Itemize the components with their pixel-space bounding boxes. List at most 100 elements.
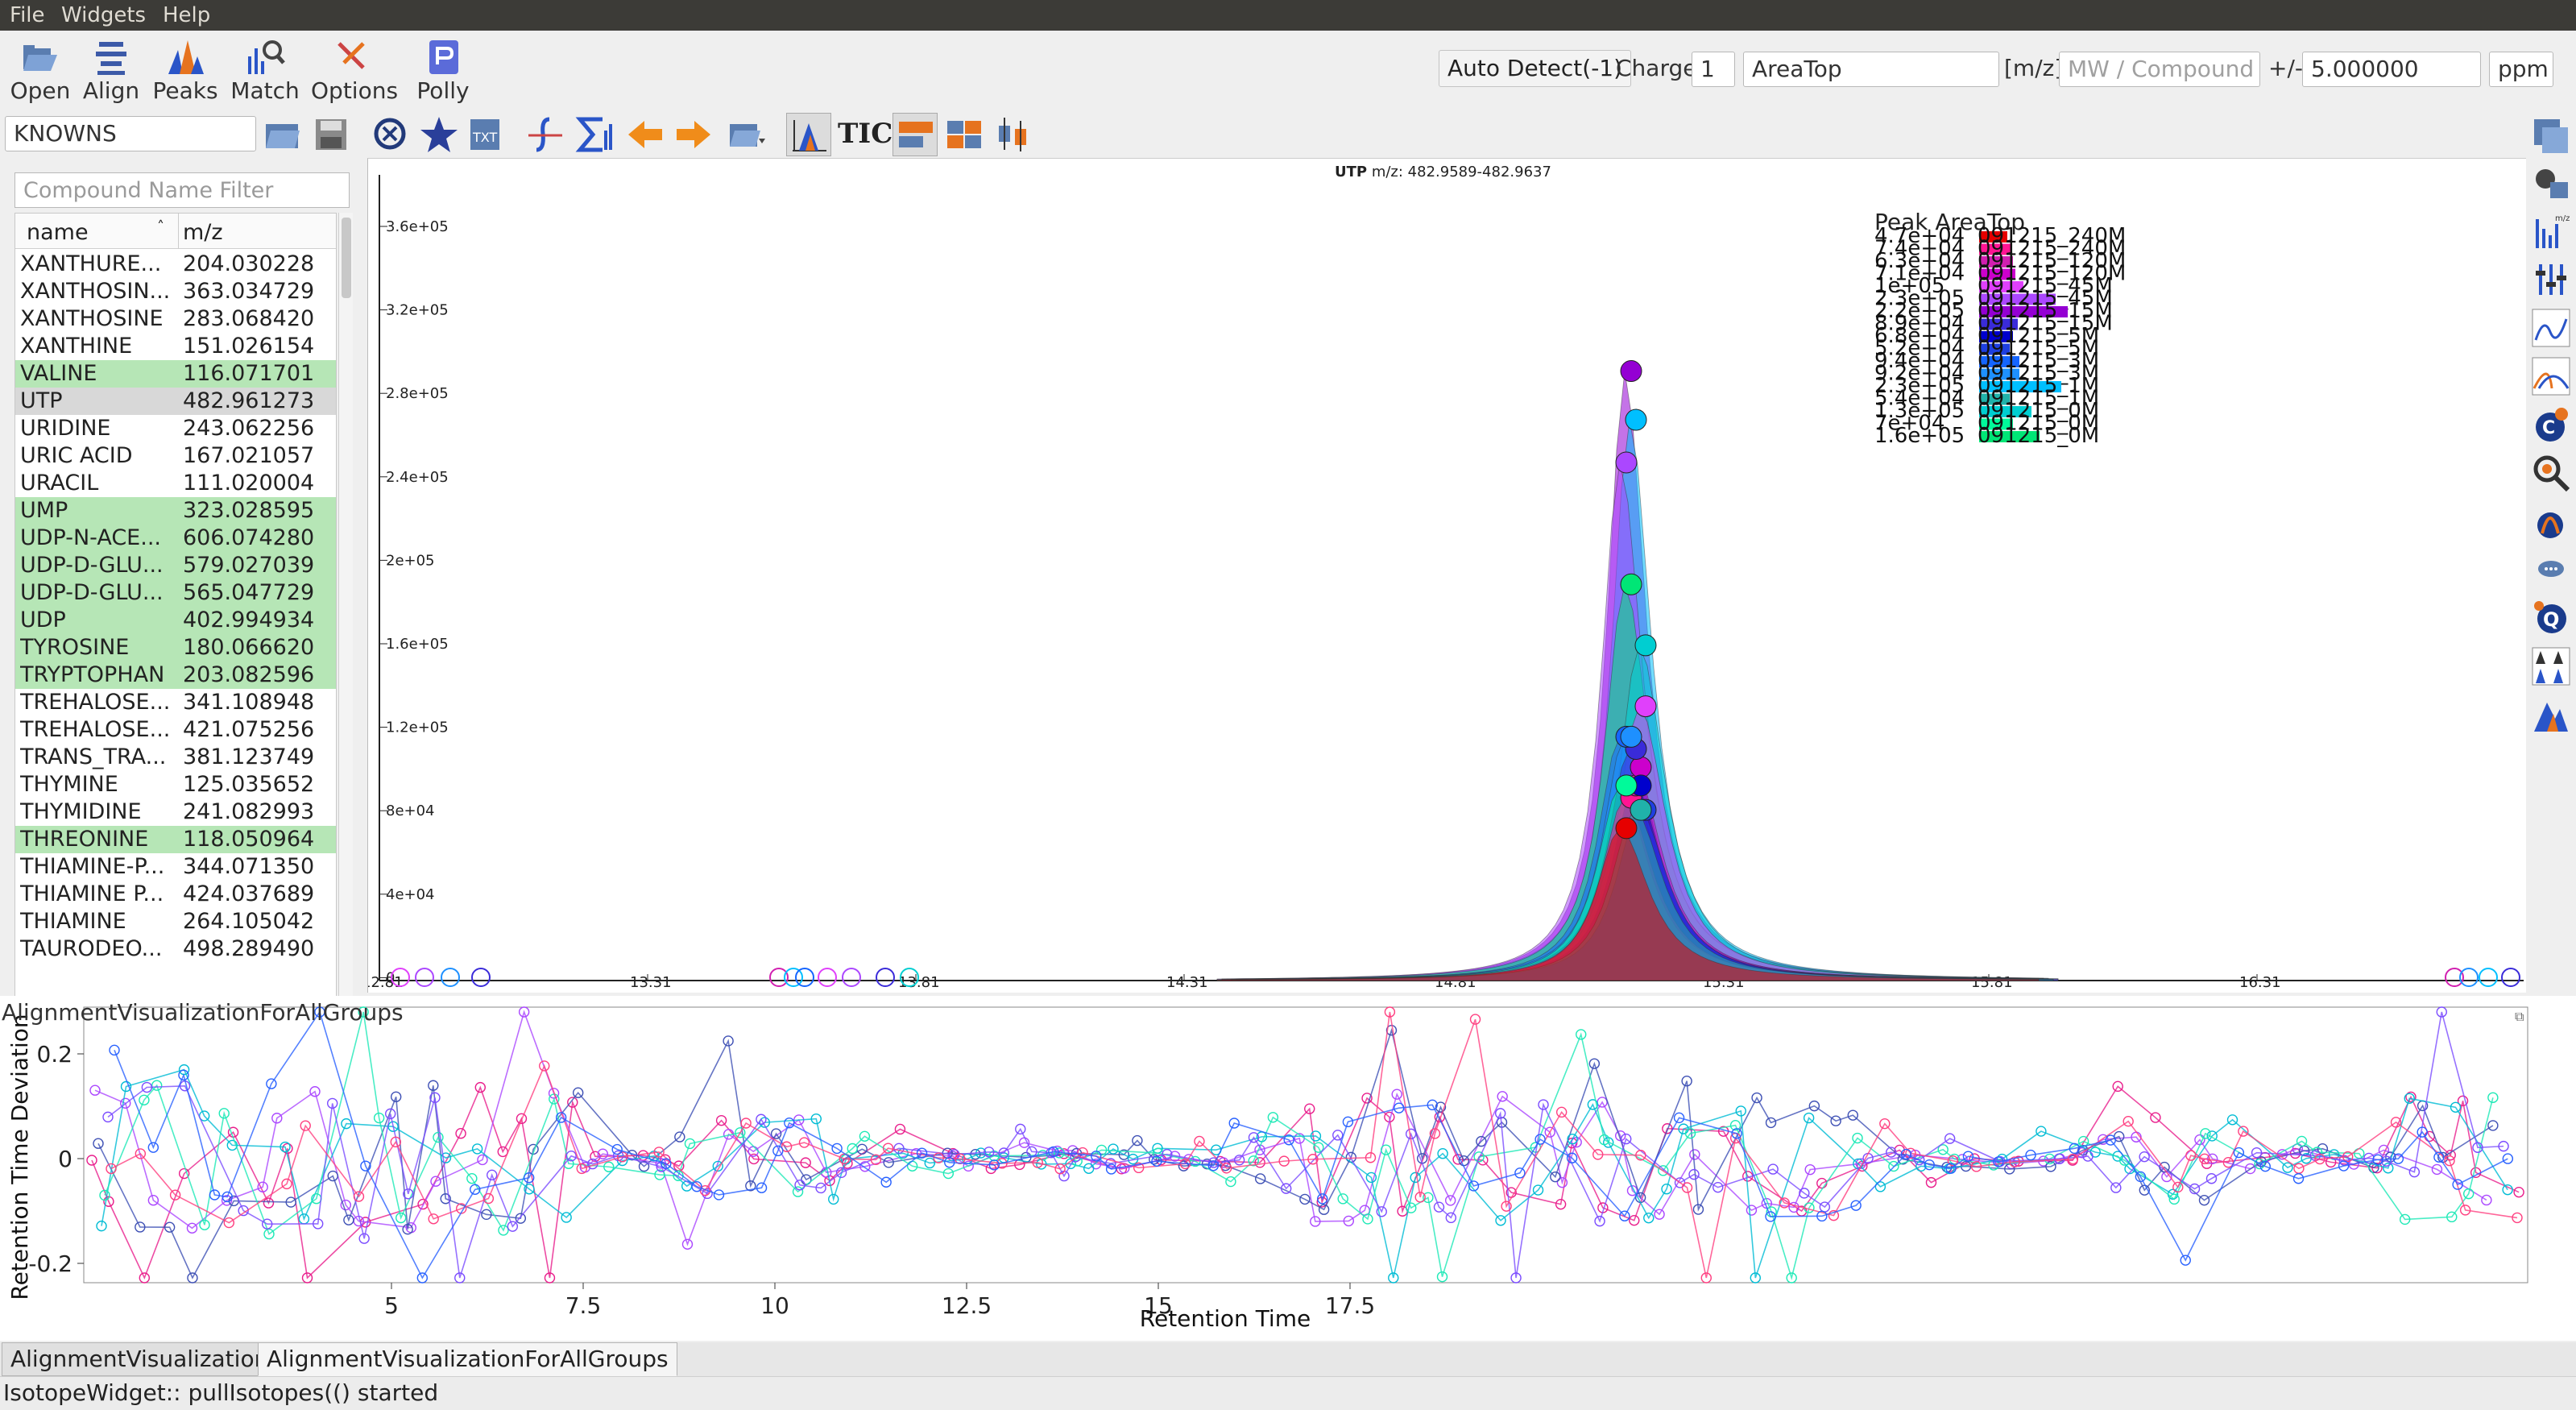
tab-alignment-visualization-all-groups[interactable]: AlignmentVisualizationForAllGroups [258, 1342, 677, 1376]
compound-row[interactable]: THYMIDINE 241.082993 [15, 798, 336, 826]
eic-toggle[interactable] [786, 113, 831, 156]
y-tick-label: 8e+04 [386, 802, 435, 819]
column-mz-header[interactable]: m/z [183, 220, 223, 245]
isotope-c13-icon[interactable]: C [2531, 404, 2571, 445]
compound-row[interactable]: XANTHOSINE 283.068420 [15, 305, 336, 333]
open-button[interactable]: Open [0, 34, 81, 106]
compound-row[interactable]: URIC ACID 167.021057 [15, 442, 336, 470]
compound-row[interactable]: TREHALOSE... 341.108948 [15, 689, 336, 716]
eic-chart-panel[interactable]: 3.6e+05 3.2e+05 2.8e+05 2.4e+05 2e+05 1.6e+05… [362, 158, 2570, 993]
quant-type-select[interactable]: AreaTop [1743, 52, 1999, 87]
compound-row[interactable]: THREONINE 118.050964 [15, 826, 336, 853]
folder-icon[interactable] [263, 114, 303, 155]
bookmark-star-icon[interactable] [419, 114, 459, 155]
match-button[interactable]: Match [225, 34, 305, 106]
compound-mz: 111.020004 [183, 471, 315, 496]
compound-row[interactable]: THYMINE 125.035652 [15, 771, 336, 798]
compound-row[interactable]: URACIL 111.020004 [15, 470, 336, 497]
sliders-icon[interactable] [2531, 259, 2571, 300]
heatmap-icon[interactable] [944, 114, 984, 155]
arrow-left-icon[interactable] [625, 114, 665, 155]
compound-list-header: name ˄ m/z [15, 214, 336, 249]
integral-icon[interactable] [525, 114, 565, 155]
compound-row[interactable]: XANTHINE 151.026154 [15, 333, 336, 360]
bar-plot-toggle[interactable] [892, 113, 938, 156]
compound-row[interactable]: UTP 482.961273 [15, 388, 336, 415]
search-spectra-icon[interactable] [2531, 453, 2571, 493]
overlay-peaks-icon[interactable] [2531, 356, 2571, 396]
tolerance-input[interactable]: 5.000000 [2302, 52, 2481, 87]
peak-marker [1620, 360, 1642, 383]
library-select[interactable]: KNOWNS [5, 116, 256, 151]
column-name-header[interactable]: name [27, 220, 89, 245]
eic-peak-markers [391, 360, 2570, 987]
compound-input[interactable]: MW / Compound [2059, 52, 2260, 87]
compound-mz: 241.082993 [183, 799, 315, 824]
peak-shape-icon[interactable] [2531, 695, 2571, 735]
status-bar: IsotopeWidget:: pullIsotopes(() started [0, 1376, 2576, 1410]
auto-detect-button[interactable]: Auto Detect(-1) [1439, 50, 1632, 87]
header-divider [178, 214, 179, 249]
compound-filter-input[interactable]: Compound Name Filter [14, 172, 350, 208]
open-folder-dropdown-icon[interactable] [727, 114, 767, 155]
compound-list-scrollbar[interactable] [338, 213, 353, 1023]
compound-row[interactable]: UDP-D-GLU... 565.047729 [15, 579, 336, 607]
options-button[interactable]: Options [311, 34, 398, 106]
library-value: KNOWNS [14, 120, 117, 147]
compound-row[interactable]: TREHALOSE... 421.075256 [15, 716, 336, 744]
compound-row[interactable]: UDP-N-ACE... 606.074280 [15, 525, 336, 552]
compound-row[interactable]: THIAMINE 264.105042 [15, 908, 336, 935]
spectra-icon[interactable]: m/z [2531, 211, 2571, 251]
main-toolbar: Open Align Peaks Match Options Polly Aut… [0, 31, 2576, 110]
eic-chart[interactable]: 3.6e+05 3.2e+05 2.8e+05 2.4e+05 2e+05 1.6e+05… [362, 159, 2570, 993]
x-axis-label: Retention Time [1140, 1305, 1311, 1332]
compound-name: UDP [20, 608, 66, 632]
compound-row[interactable]: TAURODEO... 498.289490 [15, 935, 336, 963]
peaks-button[interactable]: Peaks [145, 34, 226, 106]
polly-button[interactable]: Polly [403, 34, 483, 106]
alignment-plot[interactable]: 0.40.20-0.2-0.457.51012.51517.5Retention… [0, 936, 2576, 1382]
compound-row[interactable]: THIAMINE P... 424.037689 [15, 881, 336, 908]
tab-alignment-visualization[interactable]: AlignmentVisualization [2, 1342, 278, 1376]
save-icon[interactable] [311, 114, 351, 155]
peak-marker [1620, 573, 1642, 595]
mass-spec-icon[interactable] [2531, 163, 2571, 203]
compound-row[interactable]: UDP 402.994934 [15, 607, 336, 634]
sum-icon[interactable] [574, 114, 614, 155]
compound-list[interactable]: name ˄ m/z XANTHURE... 204.030228 XANTHOSI… [14, 213, 337, 1023]
tic-button[interactable]: TIC [838, 118, 892, 150]
windows-icon[interactable] [2531, 116, 2571, 156]
export-text-icon[interactable]: TXT [467, 114, 507, 155]
compound-row[interactable]: XANTHOSIN... 363.034729 [15, 278, 336, 305]
boxplot-icon[interactable] [994, 114, 1034, 155]
eic-title-compound: UTP [1335, 164, 1368, 180]
zoom-fit-icon[interactable] [371, 114, 411, 155]
compound-row[interactable]: UMP 323.028595 [15, 497, 336, 525]
menu-help[interactable]: Help [163, 3, 210, 27]
compound-row[interactable]: TRANS_TRA... 381.123749 [15, 744, 336, 771]
adducts-icon[interactable] [2531, 501, 2571, 541]
align-button[interactable]: Align [71, 34, 151, 106]
menu-file[interactable]: File [10, 3, 45, 27]
compound-row[interactable]: TRYPTOPHAN 203.082596 [15, 661, 336, 689]
arrow-right-icon[interactable] [673, 114, 714, 155]
line-chart-icon[interactable] [2531, 308, 2571, 348]
quantitation-icon[interactable]: Q [2531, 598, 2571, 638]
compound-row[interactable]: URIDINE 243.062256 [15, 415, 336, 442]
panel-float-icon[interactable]: ⧉ [2515, 1009, 2524, 1025]
compound-row[interactable]: TYROSINE 180.066620 [15, 634, 336, 661]
menu-widgets[interactable]: Widgets [61, 3, 146, 27]
y-tick-label: 0.2 [36, 1041, 72, 1068]
y-tick-label: 4e+04 [386, 886, 435, 903]
peaks-icon [168, 40, 204, 74]
scrollbar-thumb[interactable] [342, 218, 351, 298]
compound-mz: 498.289490 [183, 936, 315, 961]
charge-spinbox[interactable]: 1 [1692, 52, 1735, 87]
multi-peaks-icon[interactable] [2531, 646, 2571, 686]
tolerance-unit-select[interactable]: ppm [2489, 52, 2553, 87]
compound-row[interactable]: UDP-D-GLU... 579.027039 [15, 552, 336, 579]
compound-row[interactable]: THIAMINE-P... 344.071350 [15, 853, 336, 881]
compound-row[interactable]: XANTHURE... 204.030228 [15, 251, 336, 278]
compound-row[interactable]: VALINE 116.071701 [15, 360, 336, 388]
chat-icon[interactable] [2531, 549, 2571, 590]
